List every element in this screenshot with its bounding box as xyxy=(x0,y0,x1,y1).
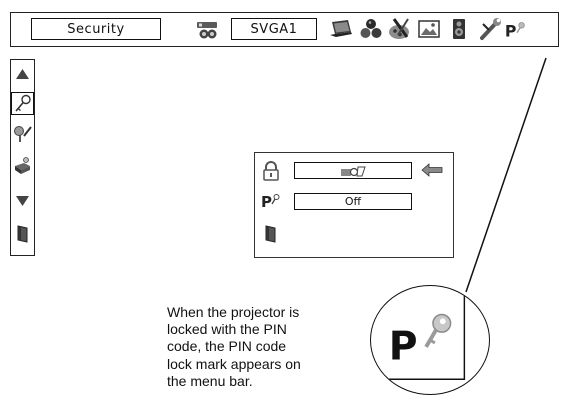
magnified-pin-lock-mark: P xyxy=(370,285,490,395)
key-icon[interactable] xyxy=(11,92,34,115)
security-submenu: P Off xyxy=(254,152,454,258)
pin-lock-mark-icon: P xyxy=(503,15,529,43)
exit-door-icon[interactable] xyxy=(12,223,33,244)
speaker-icon[interactable] xyxy=(445,15,473,43)
logo-projector-icon xyxy=(338,164,368,178)
left-arrow-icon xyxy=(421,163,443,177)
caption-text: When the projector is locked with the PI… xyxy=(167,304,301,389)
left-menu xyxy=(10,59,35,256)
exit-door-icon[interactable] xyxy=(261,223,281,245)
svg-text:P: P xyxy=(261,193,272,211)
input-source-label[interactable]: SVGA1 xyxy=(231,18,317,40)
padlock-icon[interactable] xyxy=(261,160,281,182)
laptop-icon[interactable] xyxy=(327,15,355,43)
menu-bar: Security SVGA1 P xyxy=(10,12,559,47)
svg-text:P: P xyxy=(505,21,517,40)
svg-text:P: P xyxy=(389,325,418,370)
pin-code-lock-field[interactable]: Off xyxy=(294,193,412,210)
logo-lock-field[interactable] xyxy=(294,162,412,179)
color-balls-icon[interactable] xyxy=(357,15,385,43)
projector-source-icon[interactable] xyxy=(193,15,221,43)
palette-tools-icon[interactable] xyxy=(386,15,414,43)
screen-picture-icon[interactable] xyxy=(415,15,443,43)
wrench-icon[interactable] xyxy=(476,15,504,43)
down-arrow-icon[interactable] xyxy=(12,190,33,211)
projector-key-icon[interactable] xyxy=(12,155,33,176)
pin-code-lock-icon[interactable]: P xyxy=(261,189,281,211)
security-menu-title[interactable]: Security xyxy=(31,18,161,40)
key-check-icon[interactable] xyxy=(12,124,33,145)
up-arrow-icon[interactable] xyxy=(12,64,33,85)
